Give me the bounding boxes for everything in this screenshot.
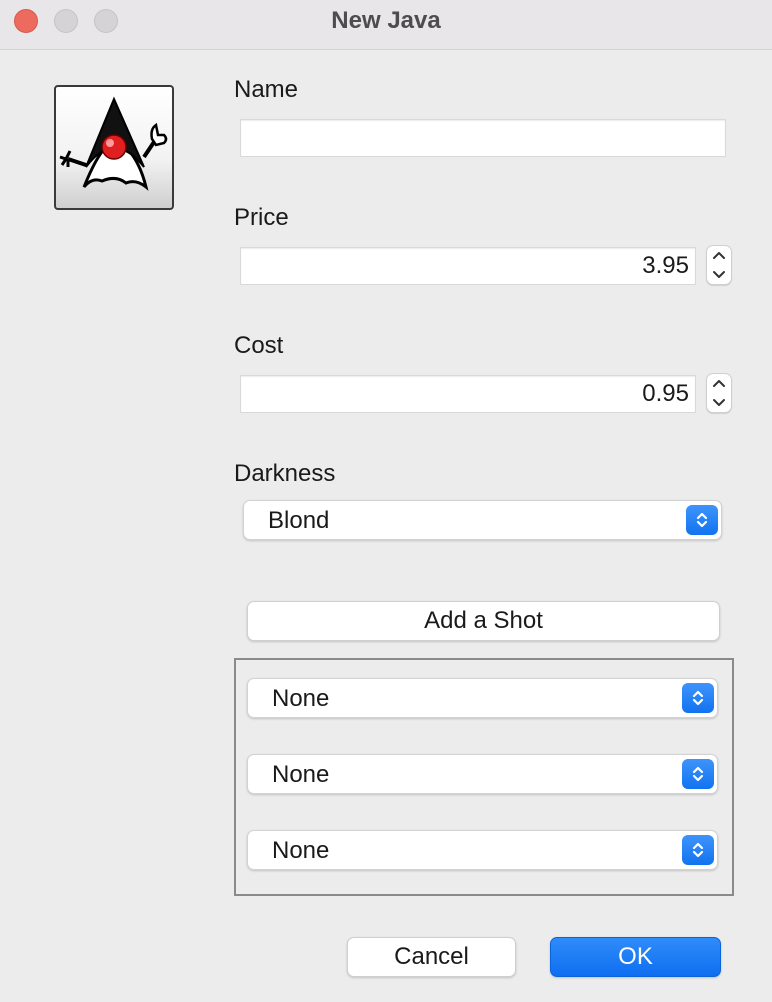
up-down-chevron-icon: [686, 505, 718, 535]
shot-select-1[interactable]: None: [247, 678, 718, 718]
up-down-chevron-icon: [682, 683, 714, 713]
up-down-chevron-icon: [682, 759, 714, 789]
cost-stepper[interactable]: [706, 373, 732, 413]
shot-select-value: None: [272, 685, 330, 712]
chevron-down-icon[interactable]: [707, 265, 731, 284]
chevron-up-icon[interactable]: [707, 374, 731, 393]
darkness-select[interactable]: Blond: [243, 500, 722, 540]
window-title: New Java: [331, 7, 441, 34]
shot-select-2[interactable]: None: [247, 754, 718, 794]
new-java-dialog: New Java Name Price 3.95 Cost 0.95 Darkn…: [0, 0, 772, 1002]
cost-field[interactable]: 0.95: [240, 375, 696, 413]
name-field[interactable]: [240, 119, 726, 157]
cancel-button[interactable]: Cancel: [347, 937, 516, 977]
darkness-selected-value: Blond: [268, 507, 330, 534]
duke-mascot-icon: [54, 85, 174, 210]
chevron-up-icon[interactable]: [707, 246, 731, 265]
title-bar[interactable]: New Java: [0, 0, 772, 50]
price-label: Price: [234, 204, 289, 231]
shot-select-3[interactable]: None: [247, 830, 718, 870]
price-field[interactable]: 3.95: [240, 247, 696, 285]
shot-select-value: None: [272, 837, 330, 864]
ok-button[interactable]: OK: [550, 937, 721, 977]
chevron-down-icon[interactable]: [707, 393, 731, 412]
name-label: Name: [234, 76, 299, 103]
shot-select-value: None: [272, 761, 330, 788]
cost-label: Cost: [234, 332, 284, 359]
price-stepper[interactable]: [706, 245, 732, 285]
add-shot-button[interactable]: Add a Shot: [247, 601, 720, 641]
up-down-chevron-icon: [682, 835, 714, 865]
darkness-label: Darkness: [234, 460, 336, 487]
